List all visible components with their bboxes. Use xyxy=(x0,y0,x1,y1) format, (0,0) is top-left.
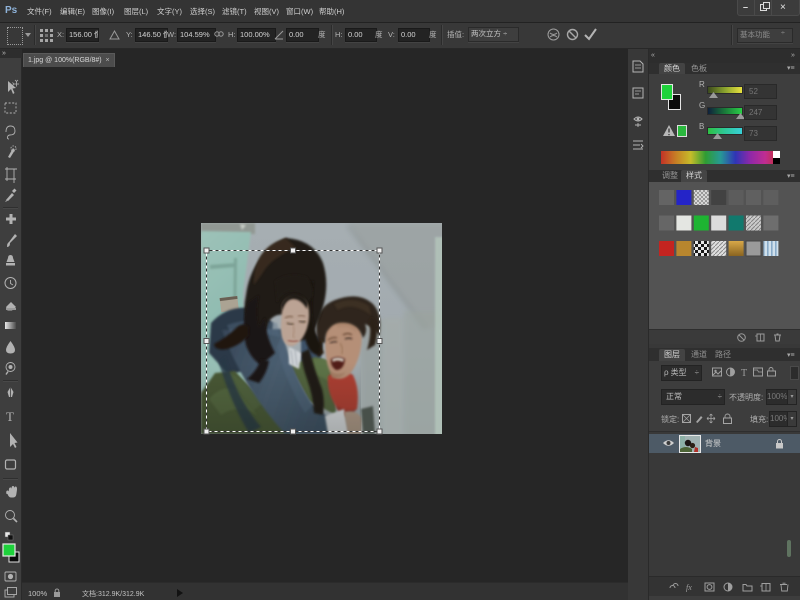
svg-text:T: T xyxy=(6,409,14,424)
svg-text:T: T xyxy=(741,368,747,378)
svg-text:fx: fx xyxy=(686,583,692,592)
